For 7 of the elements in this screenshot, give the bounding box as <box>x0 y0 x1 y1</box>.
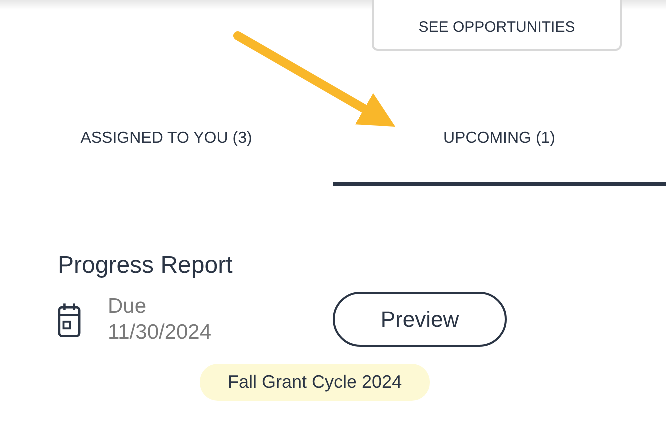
cycle-tag: Fall Grant Cycle 2024 <box>200 364 430 401</box>
due-date: 11/30/2024 <box>108 320 213 346</box>
see-opportunities-button[interactable]: SEE OPPORTUNITIES <box>372 0 622 51</box>
task-title: Progress Report <box>58 252 234 280</box>
calendar-icon <box>58 300 81 338</box>
due-label: Due <box>108 294 148 320</box>
preview-button[interactable]: Preview <box>333 292 507 347</box>
